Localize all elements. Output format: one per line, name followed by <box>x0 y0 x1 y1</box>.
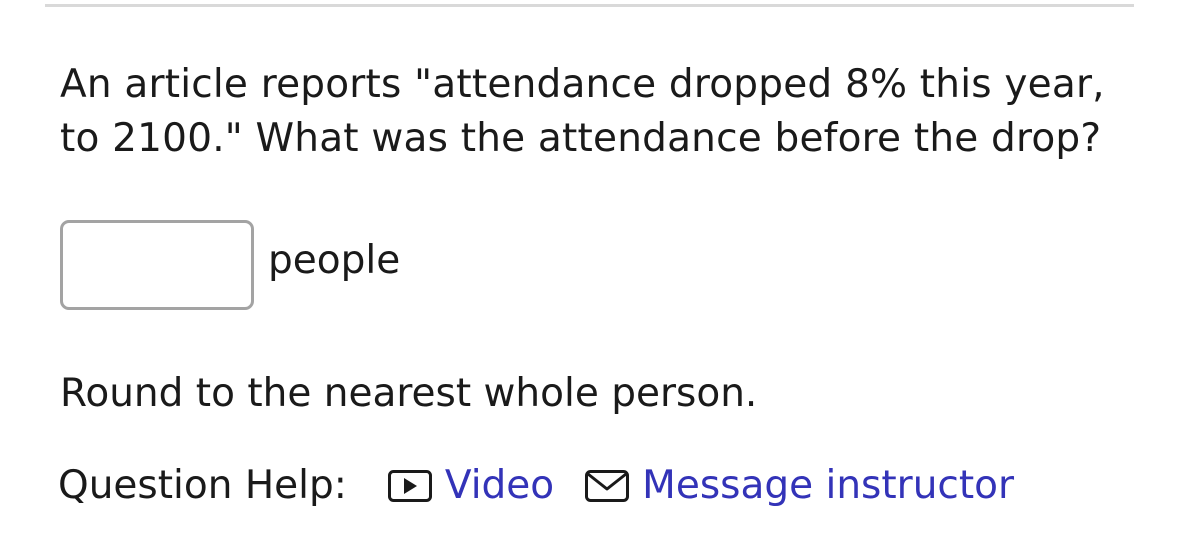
rounding-instruction: Round to the nearest whole person. <box>60 371 758 416</box>
video-icon <box>387 469 433 503</box>
mail-icon <box>584 469 630 503</box>
answer-input[interactable] <box>60 220 254 310</box>
question-help-label: Question Help: <box>58 463 347 508</box>
video-link-label: Video <box>444 463 555 508</box>
video-link[interactable]: Video <box>387 460 554 512</box>
question-help: Question Help: Video Message instructor <box>58 460 1014 512</box>
answer-row: people <box>60 220 400 310</box>
top-divider <box>45 4 1134 7</box>
answer-unit-label: people <box>268 238 401 283</box>
message-instructor-link[interactable]: Message instructor <box>584 460 1014 512</box>
message-instructor-link-label: Message instructor <box>642 463 1015 508</box>
question-text: An article reports "attendance dropped 8… <box>60 62 1105 161</box>
